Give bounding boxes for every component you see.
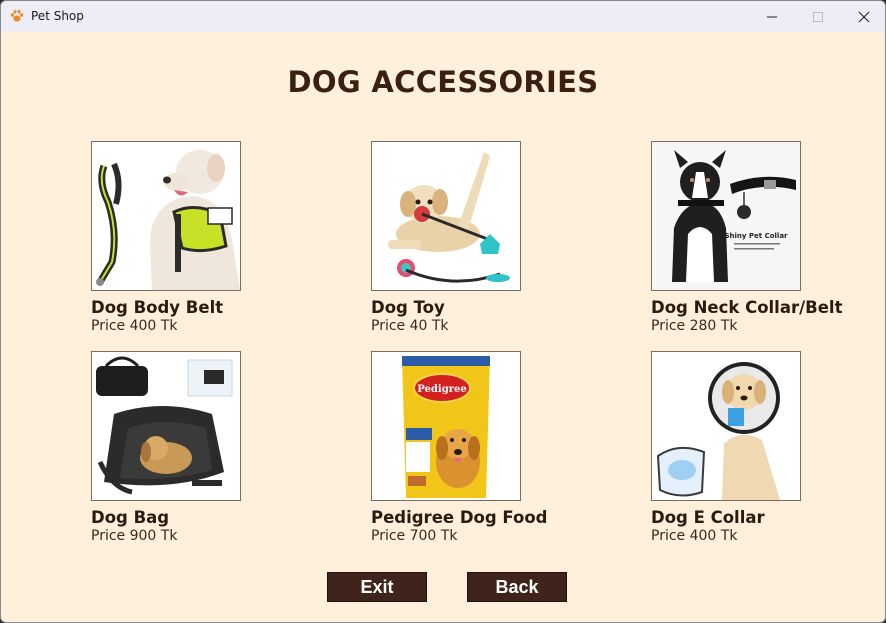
dog-harness-image bbox=[91, 141, 241, 291]
close-button[interactable] bbox=[841, 1, 885, 32]
product-card[interactable]: Shiny Pet Collar Dog Neck Collar/Belt Pr… bbox=[651, 141, 885, 334]
minimize-icon bbox=[767, 16, 777, 17]
product-price: Price 700 Tk bbox=[371, 528, 458, 544]
product-price: Price 900 Tk bbox=[91, 528, 178, 544]
product-card[interactable]: Pedigree Pedigree Dog Food Price 700 Tk bbox=[371, 351, 611, 544]
product-card[interactable]: Dog Bag Price 900 Tk bbox=[91, 351, 331, 544]
close-icon bbox=[858, 11, 870, 22]
product-name: Dog Toy bbox=[371, 298, 445, 317]
dog-bag-image bbox=[91, 351, 241, 501]
exit-button[interactable]: Exit bbox=[327, 572, 427, 602]
pedigree-bag-image: Pedigree bbox=[371, 351, 521, 501]
app-window: Pet Shop DOG ACCESSORIES Dog Body Belt P… bbox=[0, 0, 886, 623]
product-name: Dog Bag bbox=[91, 508, 170, 527]
product-price: Price 40 Tk bbox=[371, 318, 449, 334]
page-title: DOG ACCESSORIES bbox=[287, 65, 599, 99]
product-card[interactable]: Dog E Collar Price 400 Tk bbox=[651, 351, 885, 544]
product-card[interactable]: Dog Body Belt Price 400 Tk bbox=[91, 141, 331, 334]
maximize-button[interactable] bbox=[795, 1, 841, 32]
dog-e-collar-image bbox=[651, 351, 801, 501]
product-name: Pedigree Dog Food bbox=[371, 508, 548, 527]
product-name: Dog Neck Collar/Belt bbox=[651, 298, 843, 317]
paw-icon bbox=[10, 9, 24, 22]
product-price: Price 280 Tk bbox=[651, 318, 738, 334]
dog-collar-image: Shiny Pet Collar bbox=[651, 141, 801, 291]
image-caption: Pedigree bbox=[417, 384, 466, 395]
minimize-button[interactable] bbox=[749, 1, 795, 32]
title-bar[interactable]: Pet Shop bbox=[1, 1, 885, 32]
product-name: Dog E Collar bbox=[651, 508, 765, 527]
dog-toy-image bbox=[371, 141, 521, 291]
image-caption: Shiny Pet Collar bbox=[725, 232, 789, 240]
product-price: Price 400 Tk bbox=[651, 528, 738, 544]
product-price: Price 400 Tk bbox=[91, 318, 178, 334]
maximize-icon bbox=[813, 11, 823, 22]
window-title: Pet Shop bbox=[31, 9, 84, 23]
product-name: Dog Body Belt bbox=[91, 298, 224, 317]
back-button[interactable]: Back bbox=[467, 572, 567, 602]
product-card[interactable]: Dog Toy Price 40 Tk bbox=[371, 141, 611, 334]
